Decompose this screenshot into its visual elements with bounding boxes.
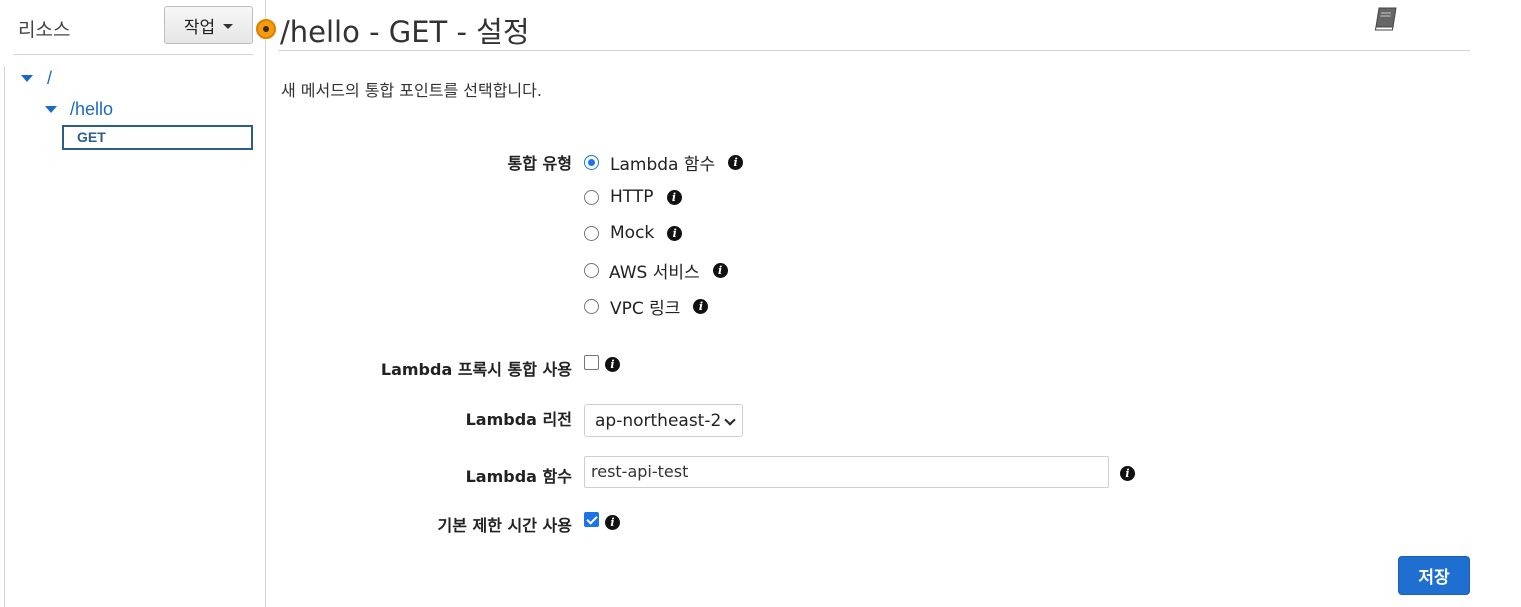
radio-option-mock[interactable]: Mock i (584, 223, 683, 243)
status-indicator-icon (256, 19, 276, 39)
lambda-proxy-checkbox[interactable] (584, 355, 599, 370)
save-button[interactable]: 저장 (1398, 556, 1470, 595)
resources-sidebar: 리소스 작업 / /hello GET (0, 0, 266, 607)
radio-vpc-link-label[interactable]: VPC 링크 (610, 294, 680, 319)
info-icon[interactable]: i (728, 155, 744, 170)
radio-http-label[interactable]: HTTP (610, 187, 654, 207)
info-icon[interactable]: i (712, 263, 728, 278)
tree-expand-icon[interactable] (45, 106, 57, 113)
lambda-region-value: ap-northeast-2 (595, 410, 722, 431)
lambda-function-label: Lambda 함수 (465, 467, 572, 486)
default-timeout-label: 기본 제한 시간 사용 (437, 516, 572, 535)
radio-aws-service-label[interactable]: AWS 서비스 (609, 258, 700, 283)
tree-item-hello-label[interactable]: /hello (70, 99, 113, 120)
radio-mock-label[interactable]: Mock (610, 223, 654, 243)
radio-option-lambda[interactable]: Lambda 함수 i (584, 150, 744, 175)
caret-down-icon (223, 23, 234, 29)
radio-lambda[interactable] (584, 155, 599, 170)
tree-edge-line (4, 66, 5, 607)
radio-option-http[interactable]: HTTP i (584, 187, 682, 207)
actions-button-label: 작업 (183, 17, 216, 38)
info-icon[interactable]: i (1120, 466, 1135, 481)
radio-http[interactable] (584, 189, 599, 205)
sidebar-header: 리소스 작업 (0, 0, 266, 54)
info-icon[interactable]: i (693, 299, 709, 314)
radio-vpc-link[interactable] (584, 299, 599, 314)
tree-item-get-method[interactable]: GET (62, 125, 253, 150)
tree-expand-icon[interactable] (21, 75, 33, 82)
radio-option-aws-service[interactable]: AWS 서비스 i (584, 258, 728, 283)
info-icon[interactable]: i (605, 357, 620, 372)
sidebar-divider (13, 54, 253, 55)
title-divider (278, 50, 1470, 51)
lambda-function-input[interactable]: rest-api-test (584, 456, 1109, 488)
integration-type-label: 통합 유형 (507, 154, 572, 173)
info-icon[interactable]: i (666, 189, 682, 205)
lambda-region-select[interactable]: ap-northeast-2 (584, 404, 743, 437)
default-timeout-checkbox[interactable] (584, 512, 599, 527)
radio-aws-service[interactable] (584, 263, 599, 278)
actions-button[interactable]: 작업 (164, 6, 253, 44)
radio-mock[interactable] (584, 225, 599, 241)
page-description: 새 메서드의 통합 포인트를 선택합니다. (281, 81, 542, 100)
tree-item-hello[interactable]: /hello (45, 99, 113, 120)
info-icon[interactable]: i (605, 515, 620, 530)
info-icon[interactable]: i (667, 225, 683, 241)
lambda-region-label: Lambda 리전 (465, 410, 572, 429)
radio-option-vpc-link[interactable]: VPC 링크 i (584, 294, 709, 319)
tree-item-root-label[interactable]: / (47, 68, 52, 89)
chevron-down-icon (724, 414, 736, 426)
lambda-proxy-label: Lambda 프록시 통합 사용 (380, 360, 572, 379)
page-title: /hello - GET - 설정 (280, 15, 530, 49)
book-icon[interactable] (1372, 6, 1400, 32)
sidebar-title: 리소스 (18, 19, 71, 41)
tree-item-root[interactable]: / (21, 68, 52, 89)
radio-lambda-label[interactable]: Lambda 함수 (610, 150, 715, 175)
